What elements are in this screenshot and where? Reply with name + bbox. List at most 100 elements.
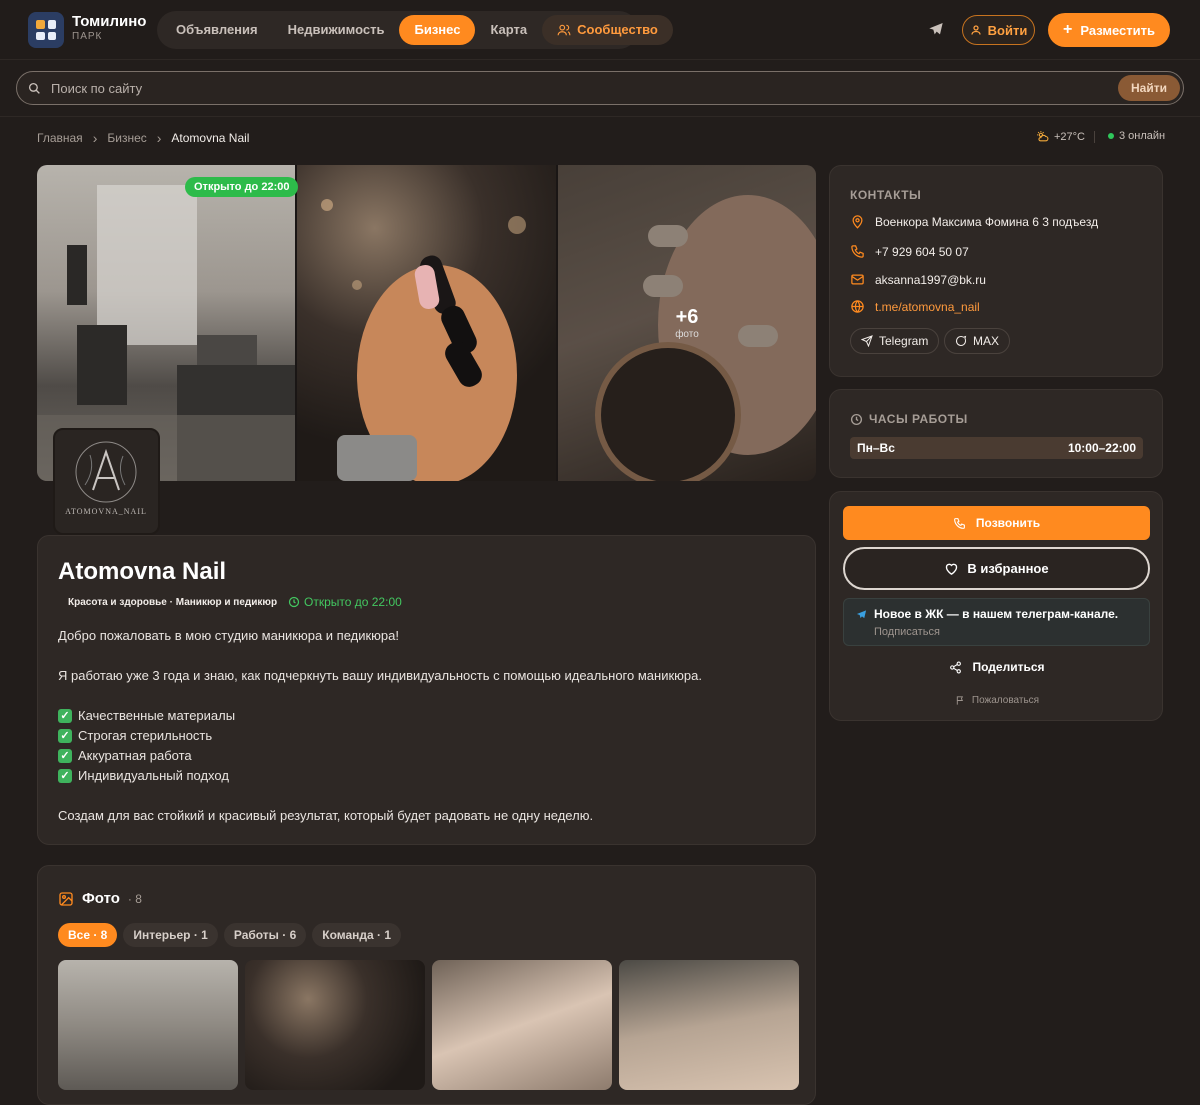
actions-card: Позвонить В избранное Новое в ЖК — в наш… <box>829 491 1163 721</box>
plus-icon: + <box>1063 21 1073 38</box>
photo-thumbnail[interactable] <box>245 960 425 1090</box>
more-photos-overlay[interactable]: +6 фото <box>558 165 816 481</box>
top-header: Томилино ПАРК Объявления Недвижимость Би… <box>0 0 1200 60</box>
favorite-button[interactable]: В избранное <box>843 547 1150 590</box>
feature-label: Качественные материалы <box>78 708 236 723</box>
user-icon <box>971 25 981 35</box>
clock-icon <box>288 596 300 608</box>
business-category[interactable]: Красота и здоровье · Маникюр и педикюр <box>58 595 287 611</box>
telegram-button[interactable]: Telegram <box>850 328 940 354</box>
weather: +27°C <box>1036 130 1085 143</box>
users-icon <box>557 24 571 36</box>
checkmark-icon: ✓ <box>58 729 72 743</box>
brand[interactable]: Томилино ПАРК <box>72 14 146 42</box>
filter-interior[interactable]: Интерьер · 1 <box>123 923 218 947</box>
feature-item: ✓ Строгая стерильность <box>58 726 702 746</box>
search-bar: Найти <box>16 71 1184 105</box>
nav-realty[interactable]: Недвижимость <box>273 15 400 45</box>
hours-row: Пн–Вс 10:00–22:00 <box>850 437 1143 459</box>
nav-ads[interactable]: Объявления <box>161 15 273 45</box>
business-logo-image: ATOMOVNA_NAIL <box>65 441 147 516</box>
business-info-card: Atomovna Nail Красота и здоровье · Маник… <box>37 535 816 845</box>
share-button[interactable]: Поделиться <box>830 660 1164 674</box>
nav-community[interactable]: Сообщество <box>542 15 673 45</box>
contact-link[interactable]: t.me/atomovna_nail <box>850 299 980 314</box>
telegram-icon <box>856 609 867 618</box>
clock-icon <box>850 413 863 425</box>
hours-title: ЧАСЫ РАБОТЫ <box>869 412 968 426</box>
search-icon <box>28 82 40 94</box>
status-separator <box>1094 131 1095 143</box>
contacts-card: КОНТАКТЫ Военкора Максима Фомина 6 3 под… <box>829 165 1163 377</box>
post-label: Разместить <box>1080 22 1155 38</box>
more-photos-count: +6 <box>675 306 699 328</box>
promo-title-row: Новое в ЖК — в нашем телеграм-канале. <box>856 607 1137 621</box>
open-status: Открыто до 22:00 <box>288 595 402 609</box>
image-icon <box>59 891 73 906</box>
contact-email[interactable]: aksanna1997@bk.ru <box>850 272 986 287</box>
site-logo-icon[interactable] <box>28 12 64 48</box>
breadcrumb-current: Atomovna Nail <box>171 131 250 145</box>
chevron-right-icon: › <box>92 130 98 146</box>
max-button[interactable]: MAX <box>944 328 1011 354</box>
map-pin-icon <box>852 215 863 229</box>
main-nav: Объявления Недвижимость Бизнес Карта Соо… <box>157 11 673 49</box>
favorite-label: В избранное <box>967 561 1049 576</box>
feature-item: ✓ Аккуратная работа <box>58 746 702 766</box>
breadcrumb-business[interactable]: Бизнес <box>107 131 146 145</box>
hours-card: ЧАСЫ РАБОТЫ Пн–Вс 10:00–22:00 <box>829 389 1163 478</box>
address-text: Военкора Максима Фомина 6 3 подъезд <box>875 214 1099 229</box>
promo-title: Новое в ЖК — в нашем телеграм-канале. <box>874 607 1119 621</box>
share-label: Поделиться <box>972 660 1045 674</box>
gallery-photo-nails[interactable] <box>297 165 556 481</box>
brand-sub: ПАРК <box>72 31 103 42</box>
telegram-icon[interactable] <box>928 21 944 37</box>
temperature: +27°C <box>1054 130 1086 143</box>
more-photos-label: фото <box>675 329 699 340</box>
flag-icon <box>956 696 963 705</box>
report-button[interactable]: Пожаловаться <box>830 695 1164 706</box>
photo-thumbnail[interactable] <box>432 960 612 1090</box>
call-label: Позвонить <box>975 516 1041 530</box>
online-label: 3 онлайн <box>1119 130 1166 142</box>
breadcrumb-home[interactable]: Главная <box>37 131 83 145</box>
breadcrumb: Главная › Бизнес › Atomovna Nail <box>37 130 249 146</box>
telegram-label: Telegram <box>879 334 929 348</box>
max-label: MAX <box>973 334 1000 348</box>
desc-welcome: Добро пожаловать в мою студию маникюра и… <box>58 628 400 643</box>
nav-business[interactable]: Бизнес <box>399 15 476 45</box>
post-button[interactable]: + Разместить <box>1048 13 1170 47</box>
search-input[interactable] <box>51 76 1051 100</box>
send-icon <box>861 335 873 347</box>
mail-icon <box>851 274 864 285</box>
call-button[interactable]: Позвонить <box>843 506 1150 540</box>
photos-card: Фото · 8 Все · 8 Интерьер · 1 Работы · 6… <box>37 865 816 1105</box>
search-button[interactable]: Найти <box>1118 75 1180 101</box>
business-description: Добро пожаловать в мою студию маникюра и… <box>58 626 702 826</box>
business-title: Atomovna Nail <box>58 558 227 585</box>
filter-all[interactable]: Все · 8 <box>58 923 118 947</box>
business-logo-text: ATOMOVNA_NAIL <box>65 507 147 516</box>
header-divider <box>0 116 1200 117</box>
phone-icon <box>851 245 864 258</box>
contact-address: Военкора Максима Фомина 6 3 подъезд <box>850 214 1098 229</box>
contact-phone[interactable]: +7 929 604 50 07 <box>850 244 969 259</box>
desc-closing: Создам для вас стойкий и красивый резуль… <box>58 808 594 823</box>
nav-map[interactable]: Карта <box>475 15 542 45</box>
login-button[interactable]: Войти <box>962 15 1035 45</box>
photo-thumbnail[interactable] <box>58 960 238 1090</box>
filter-works[interactable]: Работы · 6 <box>223 923 307 947</box>
sun-cloud-icon <box>1037 131 1049 142</box>
brand-name: Томилино <box>72 13 147 30</box>
photo-thumbnail[interactable] <box>619 960 799 1090</box>
gallery-photo-more[interactable]: +6 фото <box>558 165 816 481</box>
telegram-promo[interactable]: Новое в ЖК — в нашем телеграм-канале. По… <box>843 598 1150 646</box>
filter-team[interactable]: Команда · 1 <box>312 923 402 947</box>
globe-icon <box>851 300 864 313</box>
desc-experience: Я работаю уже 3 года и знаю, как подчерк… <box>58 668 702 683</box>
feature-label: Аккуратная работа <box>78 748 192 763</box>
promo-subscribe[interactable]: Подписаться <box>874 626 1137 638</box>
photo-filters: Все · 8 Интерьер · 1 Работы · 6 Команда … <box>58 923 402 947</box>
heart-icon <box>946 563 958 575</box>
photos-count: · 8 <box>127 891 142 906</box>
